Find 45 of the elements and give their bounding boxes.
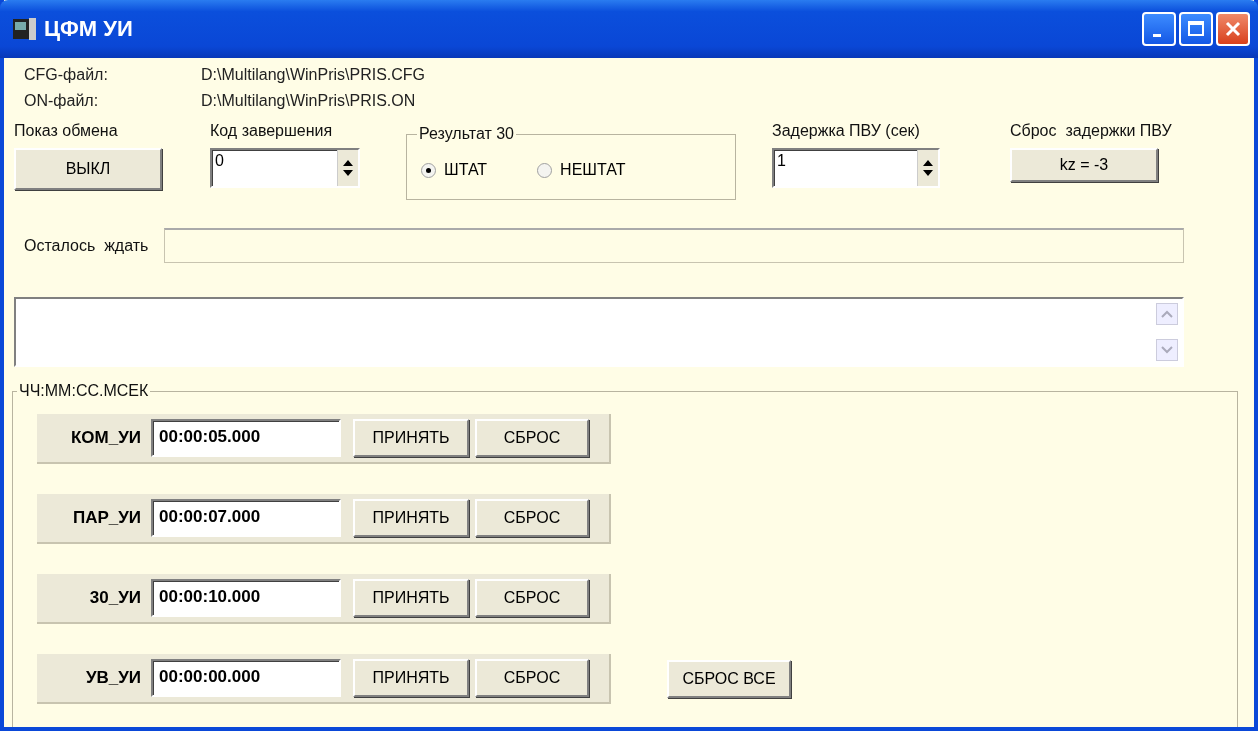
time-field[interactable]: 00:00:07.000: [151, 499, 341, 537]
app-icon: [12, 16, 38, 42]
reset-all-button[interactable]: СБРОС ВСЕ: [667, 660, 791, 698]
close-icon: [1224, 20, 1242, 38]
toggle-button[interactable]: ВЫКЛ: [14, 148, 162, 190]
close-button[interactable]: [1216, 12, 1250, 46]
reset-button[interactable]: СБРОС: [475, 659, 589, 697]
minimize-button[interactable]: [1142, 12, 1176, 46]
radio-label: ШТАТ: [444, 161, 488, 179]
accept-button[interactable]: ПРИНЯТЬ: [353, 659, 469, 697]
field-label: Сброс задержки ПВУ: [1010, 122, 1172, 140]
accept-button[interactable]: ПРИНЯТЬ: [353, 579, 469, 617]
field-label: Код завершения: [210, 122, 334, 140]
timer-name: УВ_УИ: [84, 668, 141, 688]
file-path: D:\Multilang\WinPris\PRIS.ON: [201, 91, 416, 111]
timer-name: ПАР_УИ: [71, 508, 141, 528]
reset-button[interactable]: СБРОС: [475, 499, 589, 537]
window-title: ЦФМ УИ: [44, 16, 134, 42]
reset-button[interactable]: СБРОС: [475, 579, 589, 617]
accept-button[interactable]: ПРИНЯТЬ: [353, 499, 469, 537]
radio-button[interactable]: [421, 162, 436, 178]
field-label: Осталось ждать: [24, 236, 149, 255]
field-label: Задержка ПВУ (сек): [772, 122, 921, 140]
spin-arrows-icon[interactable]: [337, 150, 358, 186]
reset-button[interactable]: kz = -3: [1010, 148, 1158, 182]
file-label: ON-файл:: [24, 91, 100, 111]
file-label: CFG-файл:: [24, 65, 109, 85]
reset-button[interactable]: СБРОС: [475, 419, 589, 457]
timer-name: КОМ_УИ: [70, 428, 141, 448]
radio-button[interactable]: [537, 162, 553, 178]
field-label: Показ обмена: [14, 122, 119, 140]
spin-field[interactable]: 0: [210, 148, 360, 188]
maximize-icon: [1187, 20, 1205, 38]
time-field[interactable]: 00:00:00.000: [151, 659, 341, 697]
spin-arrows-icon[interactable]: [917, 150, 938, 186]
timer-name: 30_УИ: [88, 588, 141, 608]
maximize-button[interactable]: [1179, 12, 1213, 46]
accept-button[interactable]: ПРИНЯТЬ: [353, 419, 469, 457]
time-field[interactable]: 00:00:05.000: [151, 419, 341, 457]
minimize-icon: [1153, 33, 1161, 37]
spin-field[interactable]: 1: [772, 148, 940, 188]
file-path: D:\Multilang\WinPris\PRIS.CFG: [201, 65, 426, 85]
group-title: Результат 30: [417, 125, 516, 143]
time-field[interactable]: 00:00:10.000: [151, 579, 341, 617]
radio-label: НЕШТАТ: [560, 161, 626, 179]
